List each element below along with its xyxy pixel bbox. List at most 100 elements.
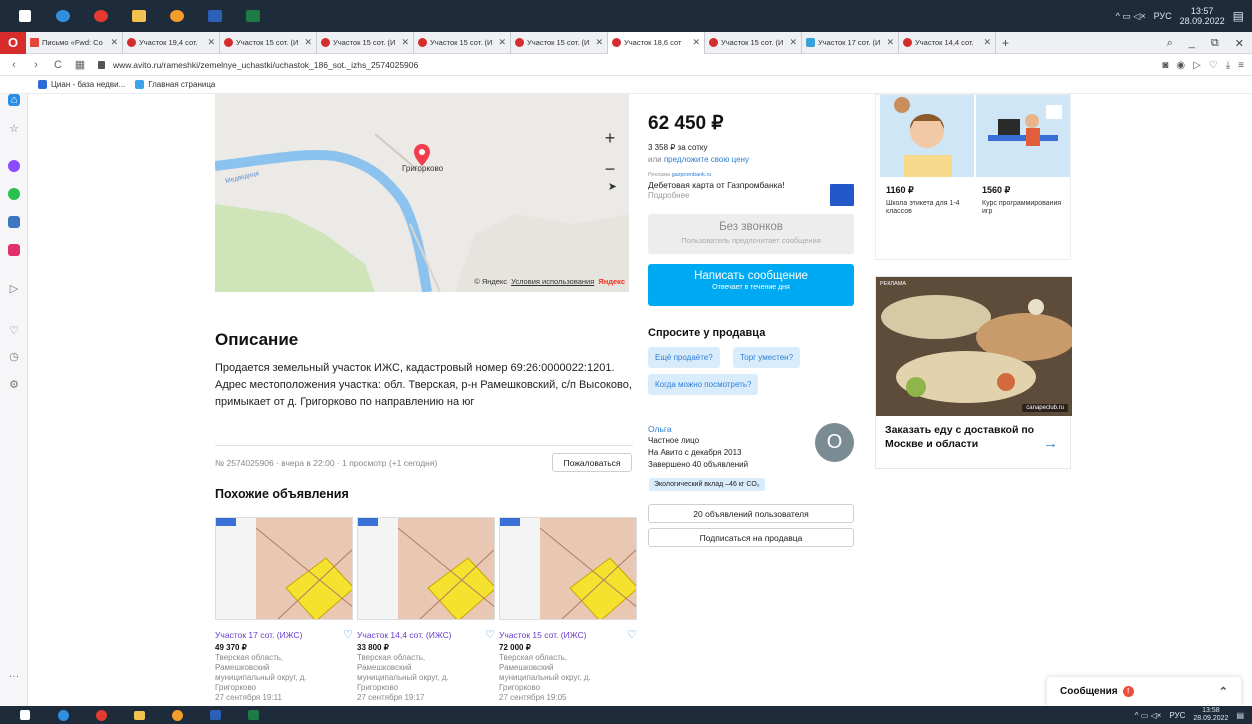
speed-dial-icon[interactable]: ▦ [72,58,88,71]
edge-icon[interactable] [50,707,76,723]
similar-listing-title[interactable]: Участок 15 сот. (ИЖС) [499,630,586,640]
opera-icon[interactable] [88,8,114,24]
plot-map-image[interactable] [499,517,637,620]
geolocation-icon[interactable]: ➤ [608,180,617,193]
bookmark-home[interactable]: Главная страница [135,80,215,89]
similar-listing-card[interactable]: Участок 14,4 сот. (ИЖС) ♡ 33 800 ₽ Тверская… [357,517,495,703]
camera-icon[interactable]: ◙ [1162,60,1168,71]
education-ads[interactable]: 1160 ₽ Школа этикета для 1-4 классов 156… [875,94,1071,260]
avatar[interactable]: О [815,423,854,462]
tray-clock[interactable]: 13:57 28.09.2022 [1180,6,1225,26]
app-icon[interactable] [164,707,190,723]
close-tab-icon[interactable]: ✕ [207,37,215,48]
ask-chip[interactable]: Торг уместен? [733,347,801,368]
promo-title[interactable]: Дебетовая карта от Газпромбанка! [648,180,854,190]
promo-ad[interactable]: Реклама gazprombank.ru Дебетовая карта о… [648,172,854,206]
app-icon[interactable] [164,8,190,24]
tray-lang[interactable]: РУС [1169,711,1185,720]
download-icon[interactable]: ⤓ [1226,60,1230,71]
complain-button[interactable]: Пожаловаться [552,453,632,472]
tray-icons[interactable]: ^ ▭ ◁× [1135,711,1162,720]
heart-icon[interactable]: ♡ [8,324,20,337]
excel-icon[interactable] [240,707,266,723]
instagram-icon[interactable] [8,244,20,256]
shield-icon[interactable]: ◉ [1176,60,1185,71]
send-icon[interactable]: ▷ [1193,60,1201,71]
zoom-out-button[interactable]: − [605,159,616,180]
similar-listing-title[interactable]: Участок 14,4 сот. (ИЖС) [357,630,452,640]
more-icon[interactable]: … [8,668,20,680]
favorite-heart-icon[interactable]: ♡ [627,628,637,641]
url-field[interactable]: www.avito.ru/rameshki/zemelnye_uchastki/… [98,60,418,70]
restore-button[interactable]: ⧉ [1211,37,1219,50]
vk-icon[interactable] [8,216,20,228]
back-button[interactable]: ‹ [6,59,22,71]
word-icon[interactable] [202,707,228,723]
tray-clock[interactable]: 13:58 28.09.2022 [1193,707,1228,723]
map-terms-link[interactable]: Условия использования [511,277,594,286]
bookmark-cian[interactable]: Циан - база недви... [38,80,125,89]
close-window-button[interactable]: ✕ [1235,37,1244,50]
folder-icon[interactable] [126,707,152,723]
messages-widget[interactable]: Сообщения ! ⌃ [1047,677,1241,706]
promo-more[interactable]: Подробнее [648,191,854,200]
map[interactable]: Медведица Григорково + − ➤ © Яндекс Усло… [215,94,629,292]
eco-badge[interactable]: Экологический вклад –46 кг CO₂ [649,478,765,491]
close-tab-icon[interactable]: ✕ [692,37,700,48]
close-tab-icon[interactable]: ✕ [498,37,506,48]
browser-tab[interactable]: Участок 18,6 сот ✕ [608,31,705,54]
ask-chip[interactable]: Ещё продаёте? [648,347,720,368]
menu-icon[interactable]: ≡ [1238,60,1244,71]
windows-start-icon[interactable] [12,8,38,24]
similar-listing-card[interactable]: Участок 17 сот. (ИЖС) ♡ 49 370 ₽ Тверская о… [215,517,353,703]
browser-tab[interactable]: Участок 19,4 сот. ✕ [123,31,220,54]
browser-tab[interactable]: Участок 14,4 сот. ✕ [899,31,996,54]
notification-icon[interactable]: ▤ [1236,711,1244,720]
word-icon[interactable] [202,8,228,24]
player-icon[interactable]: ▷ [8,282,20,295]
browser-tab[interactable]: Участок 17 сот. (И ✕ [802,31,899,54]
seller-listings-button[interactable]: 20 объявлений пользователя [648,504,854,523]
heart-bookmark-icon[interactable]: ♡ [1209,60,1218,71]
edge-icon[interactable] [50,8,76,24]
close-tab-icon[interactable]: ✕ [110,37,118,48]
tray-lang[interactable]: РУС [1154,11,1172,21]
settings-icon[interactable]: ⚙ [8,378,20,391]
subscribe-seller-button[interactable]: Подписаться на продавца [648,528,854,547]
browser-tab[interactable]: Участок 15 сот. (И ✕ [414,31,511,54]
tray-icons[interactable]: ^ ▭ ◁× [1116,11,1146,22]
minimize-button[interactable]: _ [1189,37,1195,49]
windows-start-icon[interactable] [12,707,38,723]
search-tabs-icon[interactable]: ⌕ [1167,37,1173,50]
reload-button[interactable]: C [50,59,66,71]
browser-tab[interactable]: Участок 15 сот. (И ✕ [220,31,317,54]
whatsapp-icon[interactable] [8,188,20,200]
arrow-right-icon[interactable]: → [1043,435,1058,452]
close-tab-icon[interactable]: ✕ [304,37,312,48]
close-tab-icon[interactable]: ✕ [789,37,797,48]
plot-map-image[interactable] [357,517,495,620]
notification-icon[interactable]: ▤ [1233,9,1244,23]
similar-listing-card[interactable]: Участок 15 сот. (ИЖС) ♡ 72 000 ₽ Тверская о… [499,517,637,703]
favorite-heart-icon[interactable]: ♡ [343,628,353,641]
ask-chip[interactable]: Когда можно посмотреть? [648,374,759,395]
browser-tab[interactable]: Участок 15 сот. (И ✕ [511,31,608,54]
folder-icon[interactable] [126,8,152,24]
browser-tab[interactable]: Участок 15 сот. (И ✕ [317,31,414,54]
browser-tab[interactable]: Письмо «Fwd: Co ✕ [26,31,123,54]
star-icon[interactable]: ☆ [8,122,20,135]
offer-price-link[interactable]: предложите свою цену [664,155,749,164]
opera-logo-icon[interactable]: O [0,31,26,54]
history-icon[interactable]: ◷ [8,350,20,363]
close-tab-icon[interactable]: ✕ [401,37,409,48]
similar-listing-title[interactable]: Участок 17 сот. (ИЖС) [215,630,302,640]
favorite-heart-icon[interactable]: ♡ [485,628,495,641]
home-icon[interactable]: ⌂ [8,94,20,106]
close-tab-icon[interactable]: ✕ [983,37,991,48]
forward-button[interactable]: › [28,59,44,71]
messenger-icon[interactable] [8,160,20,172]
close-tab-icon[interactable]: ✕ [595,37,603,48]
excel-icon[interactable] [240,8,266,24]
opera-icon[interactable] [88,707,114,723]
plot-map-image[interactable] [215,517,353,620]
